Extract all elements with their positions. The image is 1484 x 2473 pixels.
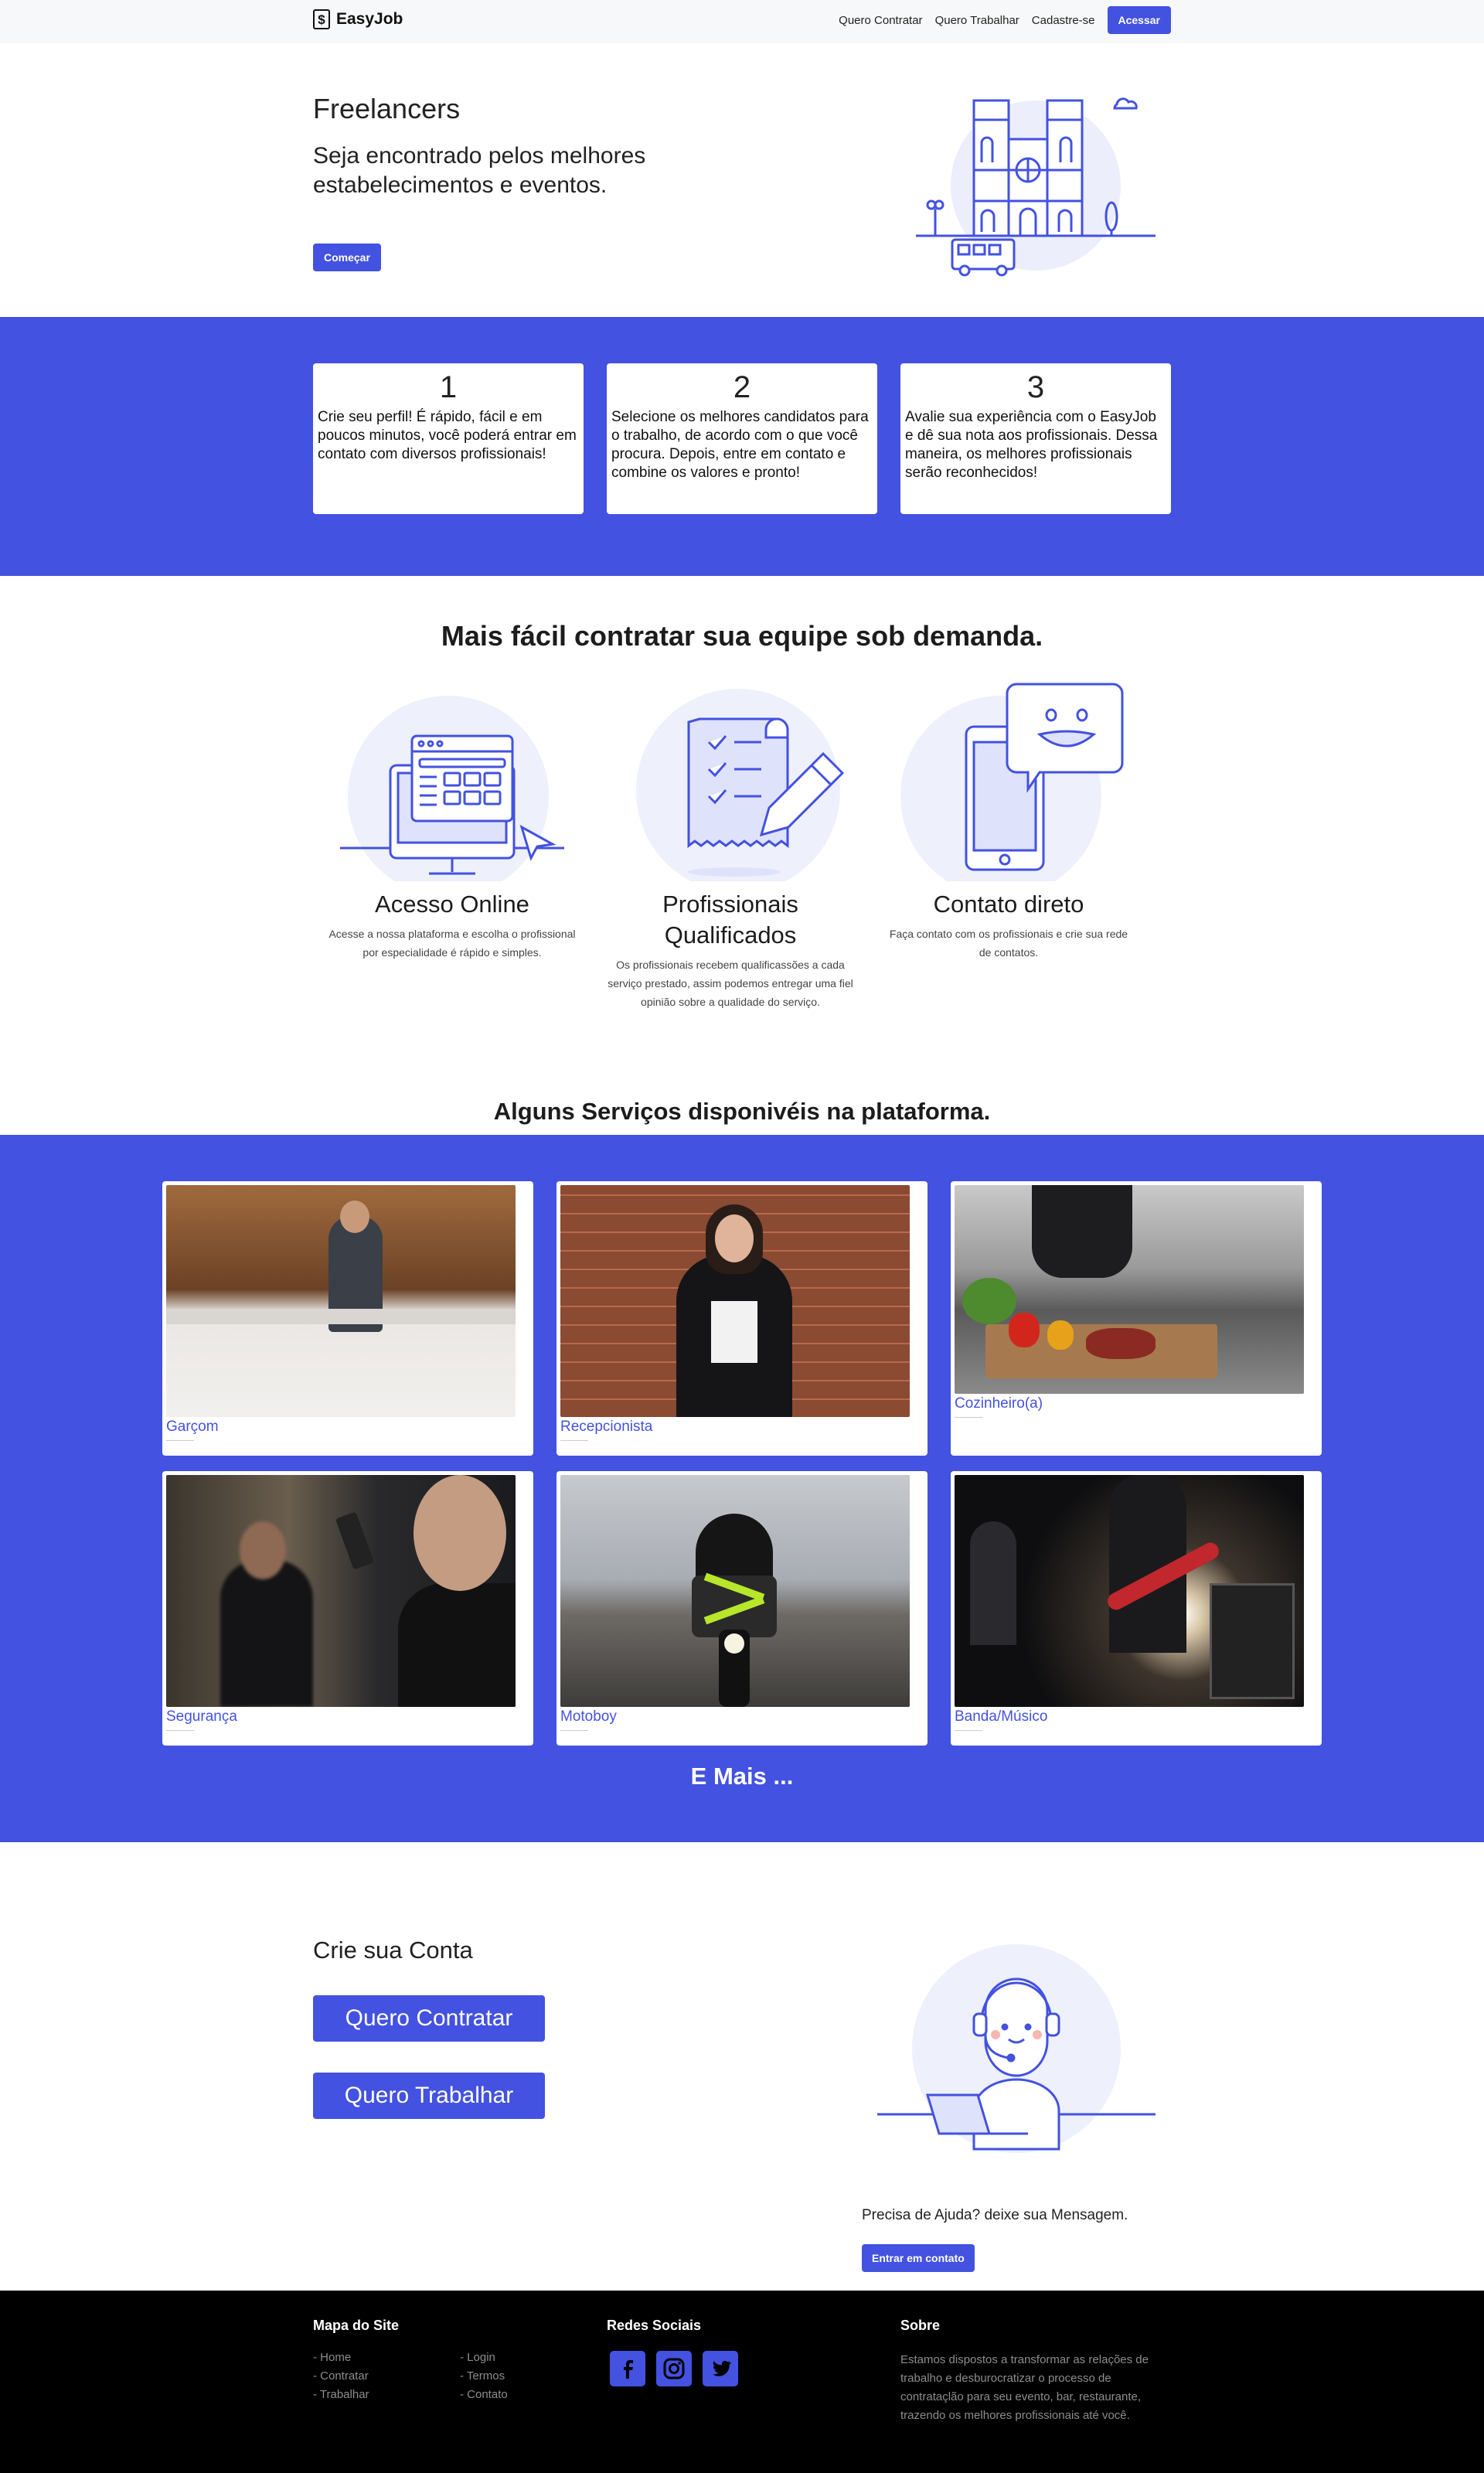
- nav-link-cadastre-se[interactable]: Cadastre-se: [1032, 14, 1095, 27]
- nav-link-quero-contratar[interactable]: Quero Contratar: [839, 14, 922, 27]
- monitor-icon: [340, 696, 564, 881]
- step-number: 1: [439, 370, 458, 404]
- step-card: 3 Avalie sua experiência com o EasyJob e…: [900, 363, 1171, 514]
- services-heading: Alguns Serviços disponivéis na plataform…: [493, 1098, 991, 1125]
- about-text: Estamos dispostos a transformar as relaç…: [900, 2353, 1149, 2422]
- step-card: 1 Crie seu perfil! É rápido, fácil e em …: [313, 363, 584, 514]
- service-label[interactable]: Recepcionista: [560, 1419, 924, 1436]
- checklist-icon: [636, 689, 845, 881]
- footer-link-contratar[interactable]: - Contratar: [313, 2369, 369, 2383]
- twitter-icon[interactable]: [703, 2351, 738, 2386]
- more-services-label: E Mais ...: [690, 1763, 794, 1790]
- step-card: 2 Selecione os melhores candidatos para …: [607, 363, 877, 514]
- about-title: Sobre: [900, 2318, 941, 2333]
- footer-link-termos[interactable]: - Termos: [460, 2369, 505, 2383]
- footer-link-contato[interactable]: - Contato: [460, 2388, 508, 2401]
- step-text: Avalie sua experiência com o EasyJob e d…: [905, 409, 1158, 481]
- service-card-recepcionista[interactable]: Recepcionista: [556, 1181, 928, 1456]
- service-card-seguranca[interactable]: Segurança: [162, 1471, 533, 1746]
- step-text: Selecione os melhores candidatos para o …: [611, 409, 869, 481]
- support-agent-illustration: [877, 1944, 1156, 2153]
- navbar: $ EasyJob Quero Contratar Quero Trabalha…: [0, 0, 1484, 43]
- phone-chat-icon: [900, 683, 1124, 881]
- sitemap-title: Mapa do Site: [313, 2318, 400, 2333]
- instagram-icon[interactable]: [656, 2351, 692, 2386]
- help-text: Precisa de Ajuda? deixe sua Mensagem.: [862, 2207, 1128, 2223]
- nav-link-quero-trabalhar[interactable]: Quero Trabalhar: [935, 14, 1019, 27]
- hero-title: Freelancers: [313, 93, 461, 124]
- feature-text: Acesse a nossa plataforma e escolha o pr…: [328, 928, 576, 959]
- feature-title: Contato direto: [933, 891, 1084, 918]
- hero-subtitle: Seja encontrado pelos melhores estabelec…: [313, 143, 646, 198]
- security-photo: [166, 1475, 516, 1707]
- service-card-motoboy[interactable]: Motoboy: [556, 1471, 928, 1746]
- features-heading: Mais fácil contratar sua equipe sob dema…: [441, 620, 1043, 652]
- feature-title: Acesso Online: [375, 891, 529, 918]
- hire-button[interactable]: Quero Contratar: [313, 1995, 545, 2042]
- start-button[interactable]: Começar: [313, 244, 381, 271]
- login-button[interactable]: Acessar: [1107, 6, 1171, 34]
- feature-contato-direto: Contato direto Faça contato com os profi…: [885, 680, 1132, 962]
- step-number: 2: [733, 370, 751, 404]
- step-text: Crie seu perfil! É rápido, fácil e em po…: [318, 409, 577, 462]
- receptionist-photo: [560, 1185, 910, 1417]
- cook-photo: [955, 1185, 1304, 1394]
- footer: Mapa do Site - Home - Contratar - Trabal…: [0, 2291, 1484, 2473]
- facebook-icon[interactable]: [610, 2351, 645, 2386]
- feature-profissionais-qualificados: Profissionais Qualificados Os profission…: [607, 688, 854, 1011]
- contact-button[interactable]: Entrar em contato: [862, 2244, 975, 2272]
- cathedral-bus-illustration: [916, 97, 1156, 277]
- divider: [955, 1730, 982, 1731]
- feature-title: Profissionais Qualificados: [662, 891, 798, 949]
- service-card-garcom[interactable]: Garçom: [162, 1181, 533, 1456]
- divider: [166, 1730, 194, 1731]
- signup-title: Crie sua Conta: [313, 1937, 473, 1964]
- nav-links: Quero Contratar Quero Trabalhar Cadastre…: [839, 6, 1171, 34]
- divider: [955, 1417, 982, 1418]
- service-label[interactable]: Segurança: [166, 1708, 529, 1725]
- footer-link-home[interactable]: - Home: [313, 2351, 351, 2364]
- brand-logo[interactable]: $ EasyJob: [313, 9, 403, 29]
- service-label[interactable]: Motoboy: [560, 1708, 924, 1725]
- feature-acesso-online: Acesso Online Acesse a nossa plataforma …: [328, 680, 576, 962]
- waiter-photo: [166, 1185, 516, 1417]
- divider: [166, 1440, 194, 1441]
- feature-text: Faça contato com os profissionais e crie…: [889, 928, 1128, 959]
- service-label[interactable]: Cozinheiro(a): [955, 1395, 1318, 1412]
- dollar-box-icon: $: [313, 9, 330, 29]
- brand-name: EasyJob: [336, 10, 403, 28]
- motoboy-photo: [560, 1475, 910, 1707]
- divider: [560, 1440, 588, 1441]
- step-number: 3: [1026, 370, 1045, 404]
- footer-link-trabalhar[interactable]: - Trabalhar: [313, 2388, 369, 2401]
- service-label[interactable]: Garçom: [166, 1419, 529, 1436]
- steps-section: 1 Crie seu perfil! É rápido, fácil e em …: [0, 317, 1484, 576]
- feature-text: Os profissionais recebem qualificassões …: [608, 959, 853, 1008]
- social-title: Redes Sociais: [607, 2318, 702, 2333]
- service-label[interactable]: Banda/Músico: [955, 1708, 1318, 1725]
- band-photo: [955, 1475, 1304, 1707]
- service-card-cozinheiro[interactable]: Cozinheiro(a): [951, 1181, 1322, 1456]
- work-button[interactable]: Quero Trabalhar: [313, 2073, 545, 2119]
- divider: [560, 1730, 588, 1731]
- footer-link-login[interactable]: - Login: [460, 2351, 495, 2364]
- service-card-banda[interactable]: Banda/Músico: [951, 1471, 1322, 1746]
